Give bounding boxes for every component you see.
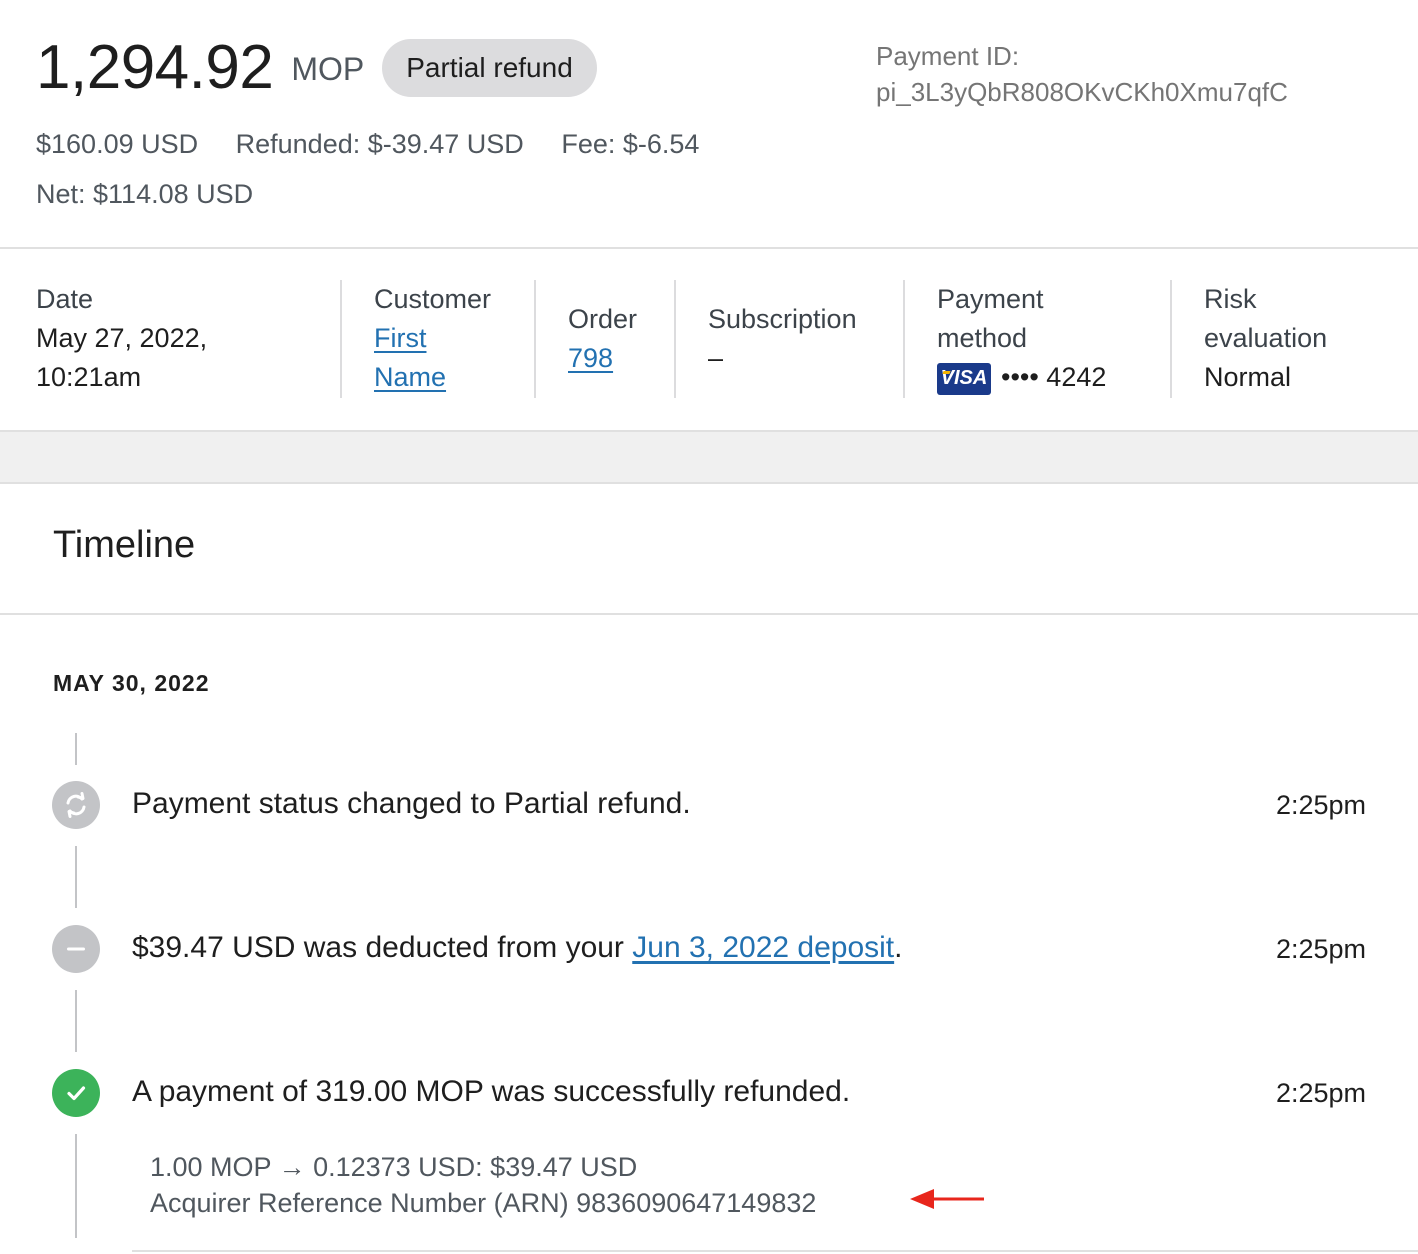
- detail-subscription-value: –: [708, 343, 724, 373]
- detail-risk: Risk evaluation Normal: [1204, 280, 1327, 398]
- timeline-connector: [75, 1134, 77, 1238]
- detail-customer: Customer First Name: [374, 280, 491, 398]
- amount-summary: 1,294.92 MOP Partial refund: [36, 32, 597, 104]
- column-divider: [340, 280, 342, 398]
- timeline-event-text-after: .: [894, 931, 903, 964]
- refunded-amount: Refunded: $-39.47 USD: [235, 129, 524, 159]
- timeline-event-text: A payment of 319.00 MOP was successfully…: [132, 1075, 851, 1108]
- detail-customer-label: Customer: [374, 284, 492, 314]
- timeline-event-time: 2:25pm: [1275, 1078, 1366, 1108]
- customer-link-last[interactable]: Name: [374, 362, 446, 392]
- timeline-event-time: 2:25pm: [1275, 790, 1366, 820]
- section-spacer: [0, 430, 1418, 484]
- check-icon: [52, 1069, 100, 1117]
- card-masked-number: •••• 4242: [1001, 362, 1107, 392]
- amount-breakdown: $160.09 USD Refunded: $-39.47 USD Fee: $…: [36, 127, 729, 161]
- timeline-connector: [75, 846, 77, 908]
- minus-icon: [52, 925, 100, 973]
- timeline-connector: [75, 990, 77, 1052]
- column-divider: [534, 280, 536, 398]
- payment-details: Date May 27, 2022, 10:21am Customer Firs…: [0, 250, 1418, 428]
- detail-subscription: Subscription –: [708, 300, 857, 418]
- timeline-date-heading: MAY 30, 2022: [53, 670, 210, 696]
- detail-payment-method: Payment method VISA •••• 4242: [937, 280, 1106, 398]
- detail-risk-label-2: evaluation: [1204, 323, 1328, 353]
- usd-amount: $160.09 USD: [36, 129, 199, 159]
- order-link[interactable]: 798: [568, 343, 613, 373]
- net-amount-row: Net: $114.08 USD: [36, 177, 283, 211]
- detail-payment-method-label-1: Payment: [937, 284, 1044, 314]
- column-divider: [674, 280, 676, 398]
- refresh-icon: [52, 781, 100, 829]
- detail-date: Date May 27, 2022, 10:21am: [36, 280, 207, 398]
- timeline-event-text: $39.47 USD was deducted from your Jun 3,…: [132, 931, 902, 965]
- detail-date-line1: May 27, 2022,: [36, 323, 208, 353]
- detail-date-line2: 10:21am: [36, 362, 142, 392]
- detail-payment-method-label-2: method: [937, 323, 1028, 353]
- timeline-event-time: 2:25pm: [1275, 934, 1366, 964]
- timeline-title: Timeline: [53, 524, 196, 566]
- net-amount: Net: $114.08 USD: [36, 179, 254, 209]
- payment-id-value[interactable]: pi_3L3yQbR808OKvCKh0Xmu7qfC: [876, 74, 1288, 110]
- timeline-event-text: Payment status changed to Partial refund…: [132, 787, 691, 820]
- annotation-arrow-icon: [910, 1189, 984, 1209]
- detail-date-label: Date: [36, 284, 94, 314]
- payment-id-block: Payment ID: pi_3L3yQbR808OKvCKh0Xmu7qfC: [876, 38, 1288, 110]
- payment-amount: 1,294.92: [36, 33, 274, 102]
- customer-link-first[interactable]: First: [374, 323, 426, 353]
- arn-detail: Acquirer Reference Number (ARN) 98360906…: [150, 1188, 817, 1218]
- deposit-link[interactable]: Jun 3, 2022 deposit: [632, 931, 894, 964]
- payment-id-label: Payment ID:: [876, 41, 1020, 71]
- visa-card-icon: VISA: [937, 362, 991, 395]
- detail-subscription-label: Subscription: [708, 304, 857, 334]
- timeline-connector: [75, 733, 77, 765]
- detail-order-label: Order: [568, 304, 638, 334]
- fee-amount: Fee: $-6.54: [561, 129, 700, 159]
- payment-currency: MOP: [291, 50, 365, 87]
- divider: [0, 613, 1418, 615]
- divider: [132, 1250, 1418, 1252]
- column-divider: [903, 280, 905, 398]
- timeline-event-text-before: $39.47 USD was deducted from your: [132, 931, 633, 964]
- column-divider: [1170, 280, 1172, 398]
- detail-order: Order 798: [568, 300, 637, 418]
- status-badge: Partial refund: [382, 39, 597, 97]
- divider: [0, 247, 1418, 249]
- conversion-detail: 1.00 MOP → 0.12373 USD: $39.47 USD: [150, 1152, 638, 1182]
- detail-risk-value: Normal: [1204, 362, 1292, 392]
- detail-risk-label-1: Risk: [1204, 284, 1257, 314]
